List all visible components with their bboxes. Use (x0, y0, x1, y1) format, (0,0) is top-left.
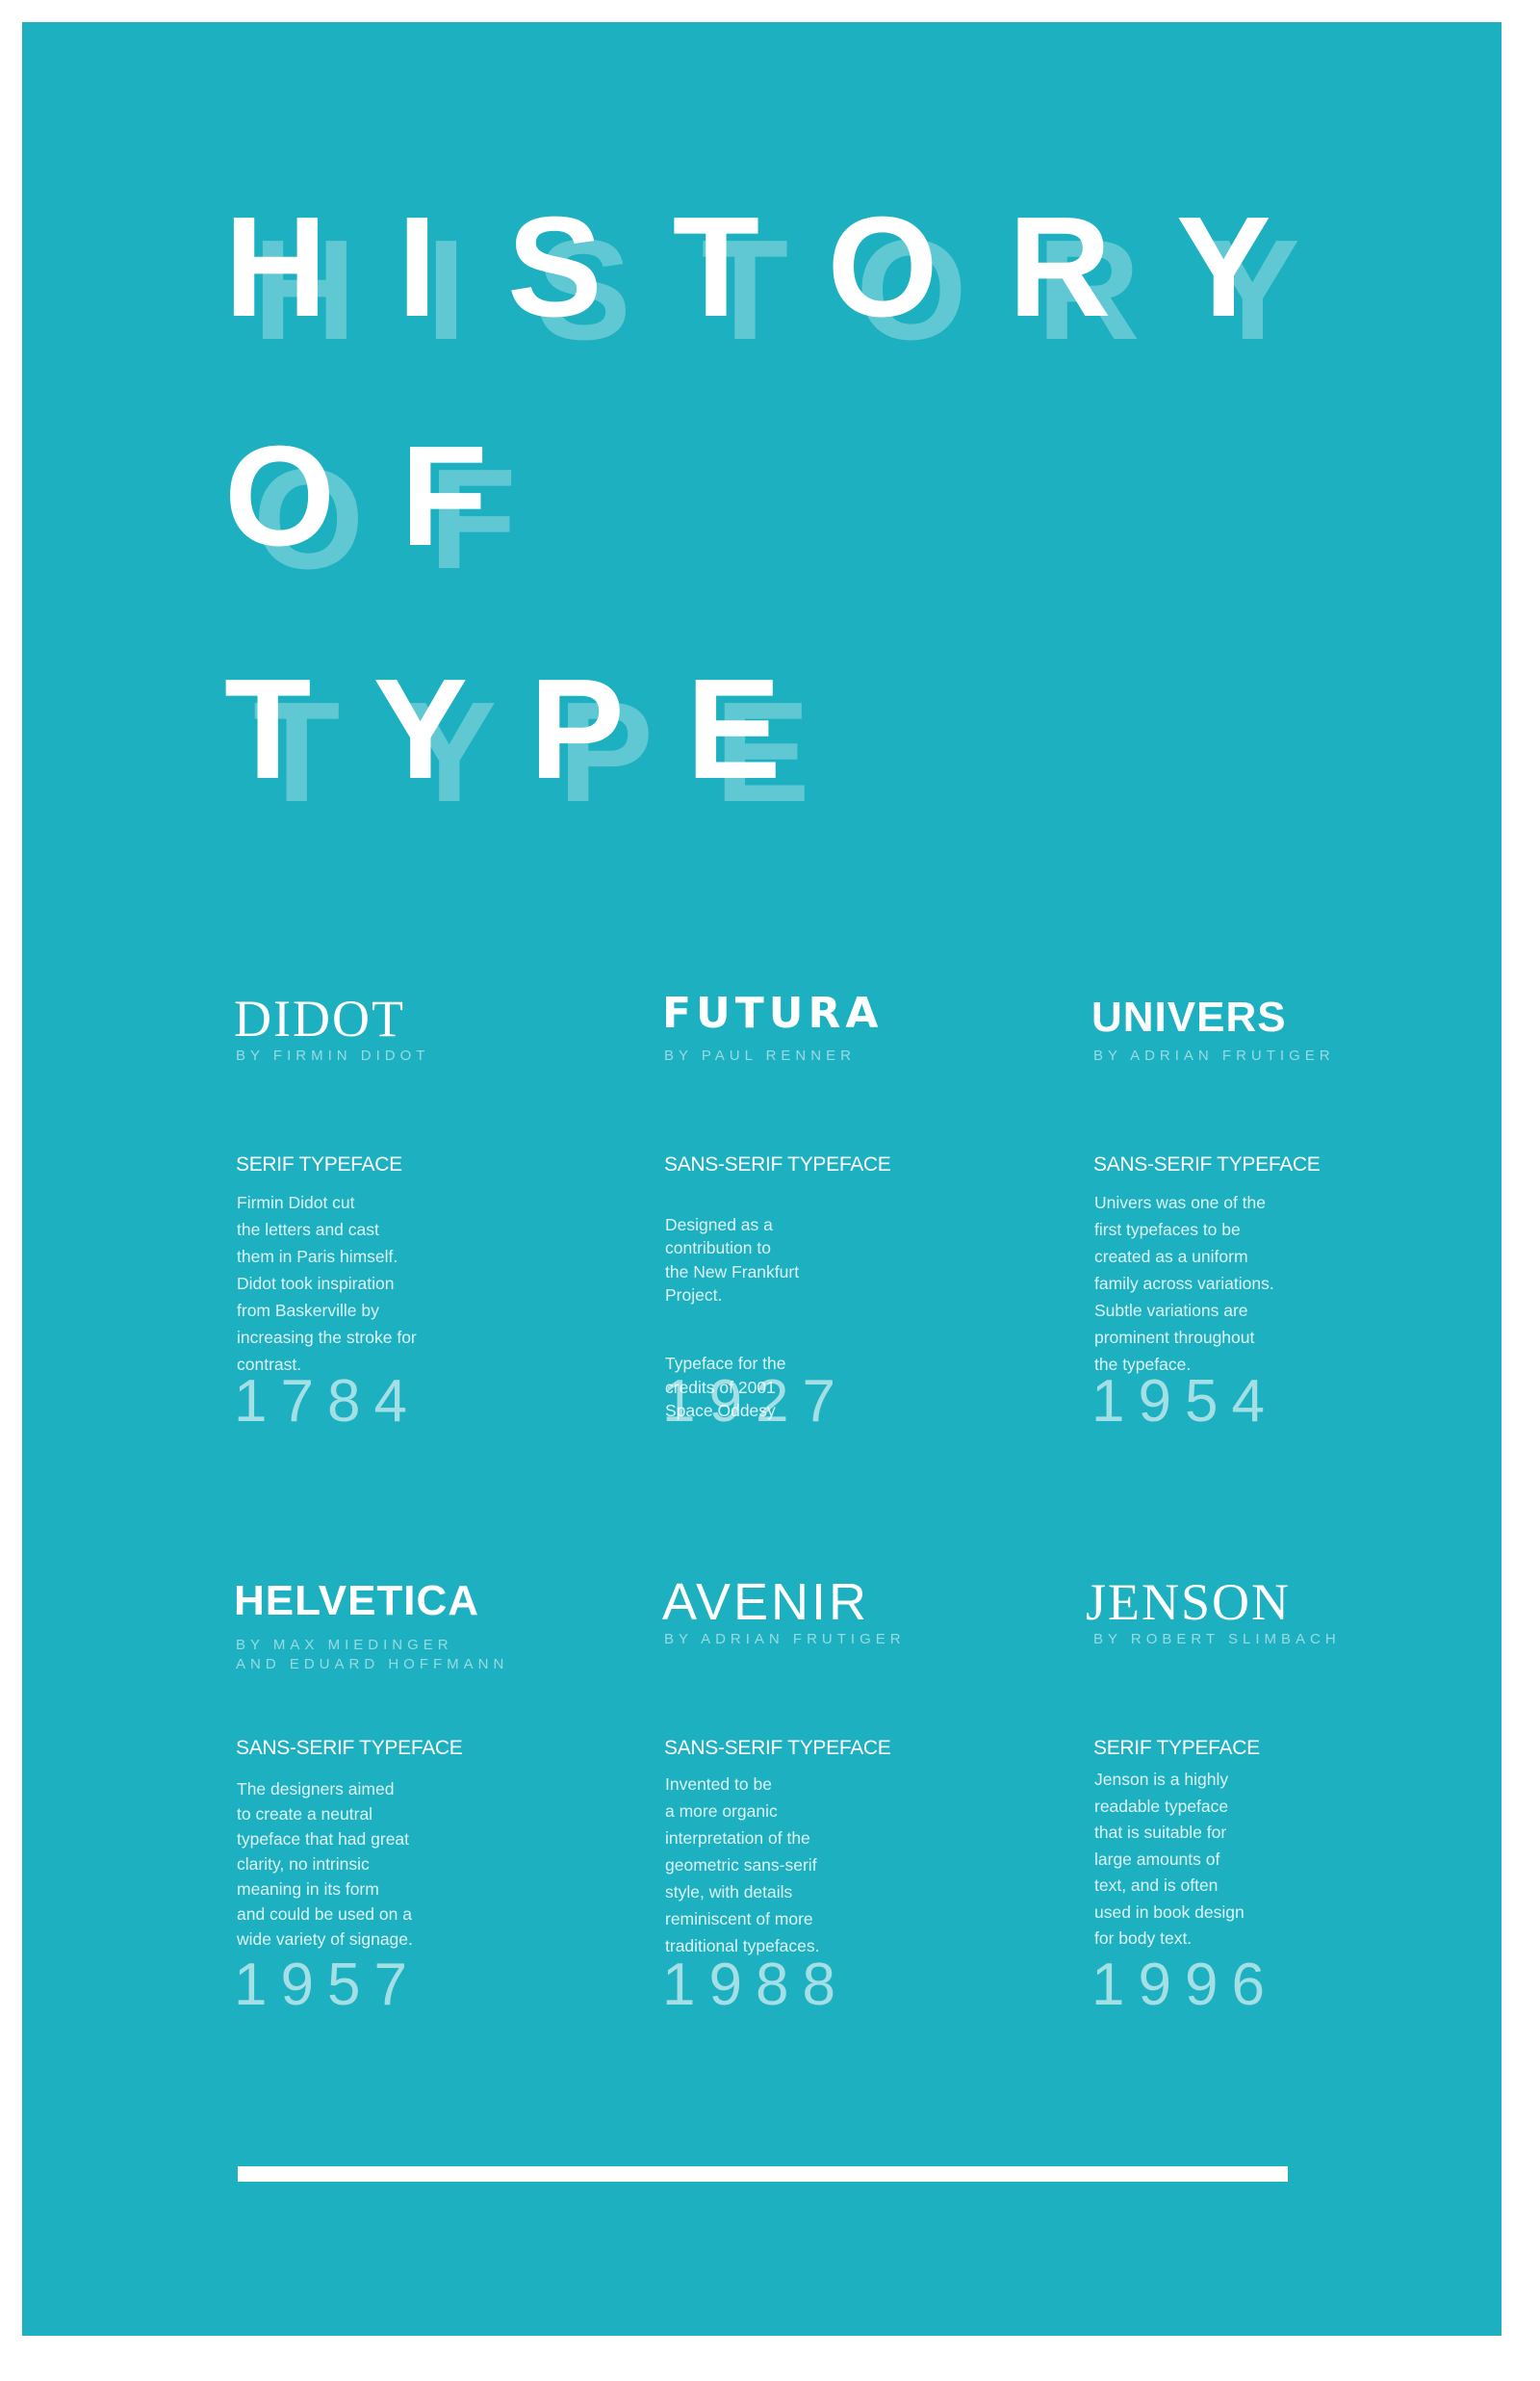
title-line-of: OF OF (224, 417, 1379, 592)
typeface-name: FUTURA (662, 989, 884, 1038)
typeface-description: Designed as a contribution to the New Fr… (665, 1214, 800, 1306)
typeface-category: SANS-SERIF TYPEFACE (1093, 1153, 1321, 1176)
typeface-category: SANS-SERIF TYPEFACE (236, 1737, 463, 1759)
typeface-year: 1957 (234, 1952, 421, 2018)
typeface-description: Invented to be a more organic interpreta… (665, 1774, 820, 1955)
typeface-year: 1988 (662, 1952, 849, 2018)
title-line-history: HISTORY HISTORY (224, 188, 1379, 363)
typeface-category: SERIF TYPEFACE (236, 1153, 402, 1176)
title-line-type: TYPE TYPE (224, 650, 1379, 825)
typeface-year: 1927 (662, 1368, 849, 1435)
typeface-card-futura: FUTURA BY PAUL RENNER SANS-SERIF TYPEFAC… (662, 993, 1047, 1493)
typeface-description: Firmin Didot cut the letters and cast th… (237, 1193, 417, 1374)
title-type: TYPE (224, 650, 843, 809)
typeface-category: SERIF TYPEFACE (1093, 1737, 1260, 1759)
typeface-description: Jenson is a highly readable typeface tha… (1094, 1770, 1245, 1948)
typeface-card-helvetica: HELVETICA BY MAX MIEDINGER AND EDUARD HO… (234, 1576, 619, 2077)
typeface-card-univers: UNIVERS BY ADRIAN FRUTIGER SANS-SERIF TY… (1091, 993, 1476, 1493)
typeface-designer: BY ADRIAN FRUTIGER (664, 1631, 906, 1647)
typeface-designer: BY ADRIAN FRUTIGER (1093, 1048, 1335, 1064)
typeface-category: SANS-SERIF TYPEFACE (664, 1737, 891, 1759)
typeface-year: 1784 (234, 1368, 421, 1435)
title-of: OF (224, 417, 553, 576)
typeface-name: DIDOT (234, 990, 405, 1048)
typeface-designer: BY MAX MIEDINGER AND EDUARD HOFFMANN (236, 1637, 509, 1672)
typeface-designer: BY ROBERT SLIMBACH (1093, 1631, 1341, 1647)
typeface-designer: BY FIRMIN DIDOT (236, 1048, 430, 1064)
typeface-designer: BY PAUL RENNER (664, 1048, 856, 1064)
bottom-divider-bar (238, 2166, 1288, 2182)
typeface-description: Univers was one of the first typefaces t… (1094, 1193, 1274, 1374)
typeface-card-jenson: JENSON BY ROBERT SLIMBACH SERIF TYPEFACE… (1086, 1576, 1476, 2077)
typeface-card-avenir: AVENIR BY ADRIAN FRUTIGER SANS-SERIF TYP… (662, 1576, 1047, 2077)
poster: HISTORY HISTORY OF OF TYPE TYPE DIDOT BY… (22, 22, 1502, 2336)
typeface-category: SANS-SERIF TYPEFACE (664, 1153, 891, 1176)
typeface-name: JENSON (1086, 1573, 1292, 1631)
typeface-description: The designers aimed to create a neutral … (237, 1779, 413, 1949)
typeface-card-didot: DIDOT BY FIRMIN DIDOT SERIF TYPEFACE Fir… (234, 993, 619, 1493)
typeface-name: AVENIR (662, 1573, 870, 1631)
typeface-year: 1954 (1091, 1368, 1278, 1435)
typeface-name: UNIVERS (1091, 994, 1287, 1041)
typeface-name: HELVETICA (234, 1577, 480, 1624)
typeface-year: 1996 (1091, 1952, 1278, 2018)
title-history: HISTORY (224, 188, 1342, 347)
